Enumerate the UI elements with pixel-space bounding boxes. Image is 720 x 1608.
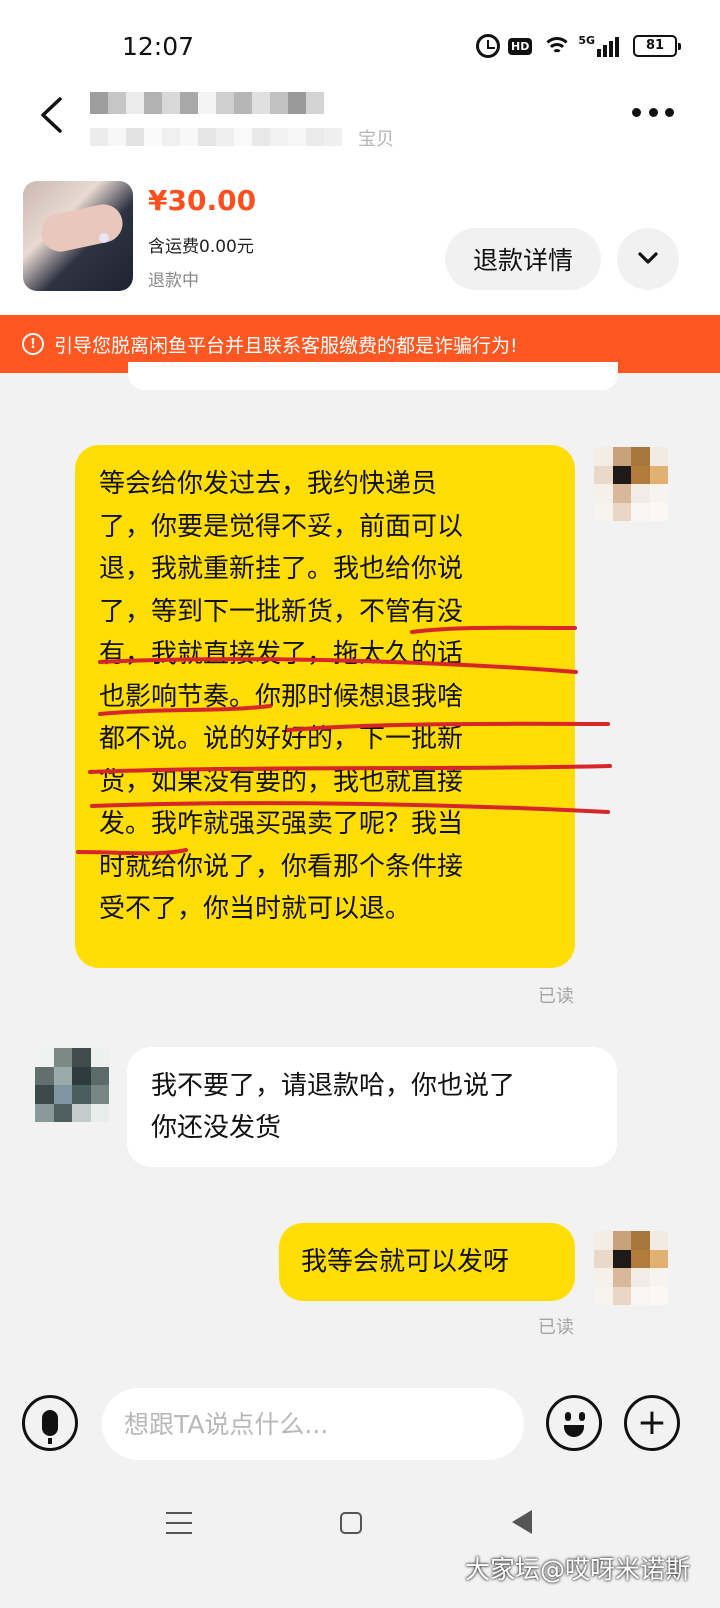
emoji-icon[interactable]	[546, 1395, 602, 1451]
message-line: 时就给你说了，你看那个条件接	[99, 851, 464, 882]
seller-subtitle-tail: 宝贝	[358, 129, 394, 150]
more-dots-icon[interactable]	[632, 108, 674, 120]
message-line: 也影响节奏。你那时候想退我啥	[99, 681, 464, 712]
message-bubble-outgoing[interactable]: 我等会就可以发呀	[279, 1223, 575, 1301]
expand-button[interactable]	[617, 228, 679, 290]
product-price: ¥30.00	[148, 184, 257, 217]
hd-icon: HD	[508, 37, 533, 55]
message-bubble-outgoing[interactable]: 等会给你发过去，我约快递员 了，你要是觉得不妥，前面可以 退，我就重新挂了。我也…	[75, 445, 575, 968]
status-icons: HD 5G 81	[476, 30, 682, 62]
status-time: 12:07	[122, 32, 195, 61]
seller-subtitle-blurred	[90, 128, 342, 146]
avatar[interactable]	[594, 1231, 668, 1305]
message-line: 发。我咋就强买强卖了呢？我当	[99, 809, 464, 839]
back-triangle-icon[interactable]	[512, 1510, 532, 1534]
refund-status: 退款中	[148, 271, 199, 291]
message-line: 货，如果没有要的，我也就直接	[99, 766, 464, 797]
message-input[interactable]	[102, 1388, 524, 1460]
message-line: 你还没发货	[151, 1113, 282, 1143]
message-line: 都不说。说的好好的，下一批新	[99, 724, 464, 754]
home-icon[interactable]	[340, 1512, 362, 1534]
message-line: 我等会就可以发呀	[301, 1247, 510, 1277]
menu-icon[interactable]	[166, 1512, 192, 1534]
read-receipt: 已读	[538, 1317, 574, 1338]
chevron-down-icon	[637, 250, 659, 269]
refund-details-button[interactable]: 退款详情	[445, 228, 601, 290]
alarm-icon	[476, 34, 500, 58]
seller-name-blurred	[90, 92, 324, 114]
plus-icon[interactable]: +	[624, 1395, 680, 1451]
network-type: 5G	[578, 33, 596, 47]
read-receipt: 已读	[538, 986, 574, 1007]
message-line: 我不要了，请退款哈，你也说了	[151, 1071, 516, 1101]
alert-circle-icon: !	[22, 333, 44, 355]
microphone-icon[interactable]	[22, 1395, 78, 1451]
message-line: 退，我就重新挂了。我也给你说	[99, 554, 464, 584]
message-line: 了，等到下一批新货，不管有没	[99, 596, 464, 627]
product-shipping: 含运费0.00元	[148, 237, 254, 257]
previous-message-bubble	[128, 362, 618, 390]
message-line: 等会给你发过去，我约快递员	[99, 469, 438, 499]
product-thumbnail[interactable]	[23, 181, 133, 291]
signal-icon	[597, 35, 621, 57]
message-line: 有，我就直接发了，拖太久的话	[99, 639, 464, 669]
chevron-left-icon[interactable]	[38, 96, 64, 134]
watermark: 大家坛@哎呀米诺斯	[465, 1555, 691, 1584]
avatar[interactable]	[594, 447, 668, 521]
battery-icon: 81	[633, 35, 682, 57]
message-bubble-incoming[interactable]: 我不要了，请退款哈，你也说了 你还没发货	[127, 1047, 617, 1167]
wifi-icon	[542, 35, 573, 57]
fraud-warning-text: 引导您脱离闲鱼平台并且联系客服缴费的都是诈骗行为!	[54, 334, 518, 357]
message-line: 了，你要是觉得不妥，前面可以	[99, 511, 464, 542]
avatar[interactable]	[35, 1048, 109, 1122]
message-line: 受不了，你当时就可以退。	[99, 894, 412, 924]
